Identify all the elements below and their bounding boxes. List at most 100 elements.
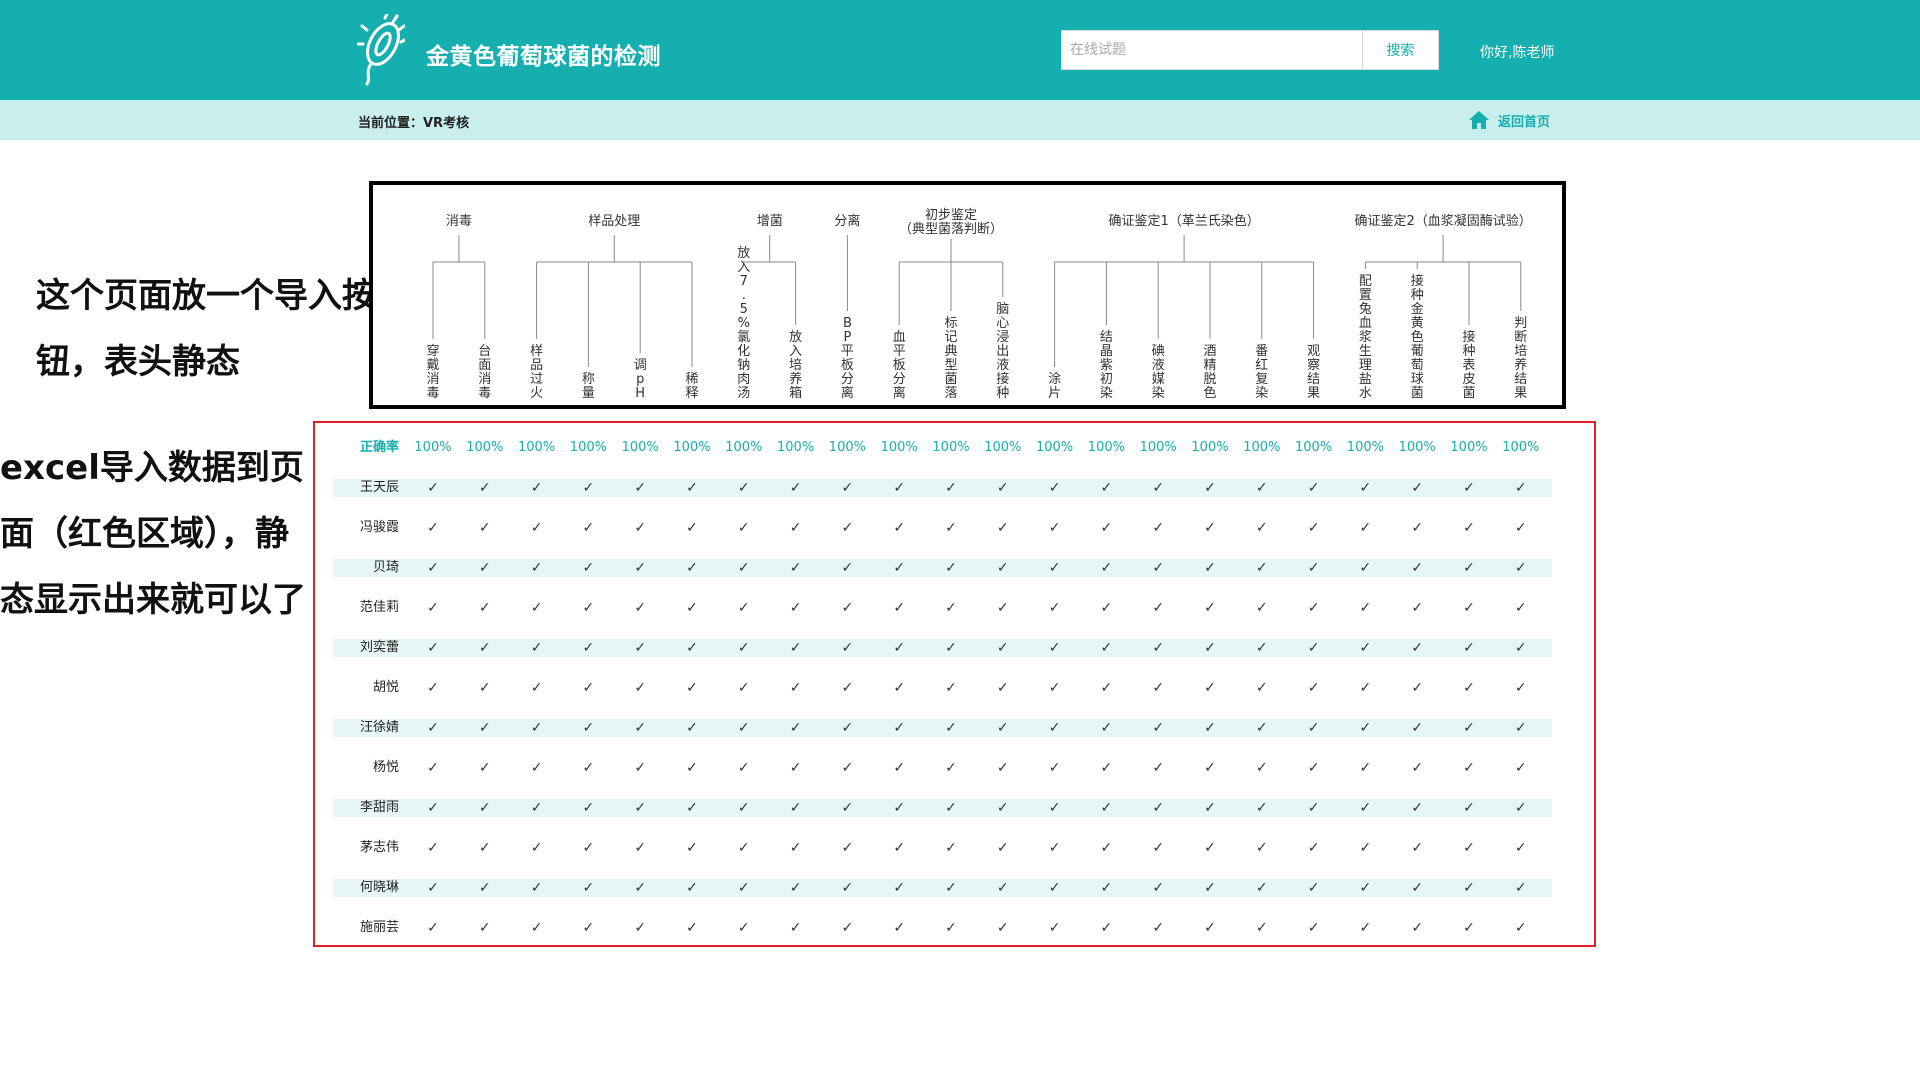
table-row: 王天辰 ✓ ✓ ✓ ✓ ✓ ✓ ✓ ✓ ✓ ✓ ✓ ✓ ✓ ✓ ✓ ✓ ✓ ✓ ✓ ✓ ✓ ✓ xyxy=(333,468,1552,508)
student-name: 刘奕蕾 xyxy=(359,640,399,655)
check-mark-cell: ✓ xyxy=(634,520,647,536)
check-mark-cell: ✓ xyxy=(789,880,802,896)
accuracy-cell: 100% xyxy=(1346,440,1384,455)
check-mark-cell: ✓ xyxy=(1411,520,1424,536)
check-mark-cell: ✓ xyxy=(893,840,906,856)
check-mark-cell: ✓ xyxy=(1255,880,1268,896)
check-mark-cell: ✓ xyxy=(1255,800,1268,816)
header-step-label: 标记典型菌落 xyxy=(944,316,957,401)
check-mark-cell: ✓ xyxy=(737,720,750,736)
check-mark-cell: ✓ xyxy=(1100,760,1113,776)
search-button[interactable]: 搜索 xyxy=(1363,30,1439,70)
header-step-label: 脑心浸出液接种 xyxy=(996,302,1009,401)
check-mark-cell: ✓ xyxy=(1411,560,1424,576)
check-mark-cell: ✓ xyxy=(686,600,698,616)
check-mark-cell: ✓ xyxy=(1204,720,1216,736)
check-mark-cell: ✓ xyxy=(945,840,957,856)
check-mark-cell: ✓ xyxy=(478,560,491,576)
check-mark-cell: ✓ xyxy=(1307,680,1320,696)
check-mark-cell: ✓ xyxy=(1100,480,1113,496)
header-group-label: 初步鉴定 xyxy=(925,208,977,223)
breadcrumb-bar xyxy=(0,100,1920,140)
check-mark-cell: ✓ xyxy=(634,560,647,576)
check-mark-cell: ✓ xyxy=(478,600,491,616)
check-mark-cell: ✓ xyxy=(1048,520,1061,536)
check-mark-cell: ✓ xyxy=(530,680,543,696)
check-mark-cell: ✓ xyxy=(530,520,543,536)
check-mark-cell: ✓ xyxy=(945,720,957,736)
top-bar xyxy=(0,0,1920,100)
check-mark-cell: ✓ xyxy=(1255,680,1268,696)
check-mark-cell: ✓ xyxy=(737,520,750,536)
check-mark-cell: ✓ xyxy=(1255,760,1268,776)
search-input[interactable] xyxy=(1061,30,1363,70)
table-row: 施丽芸 ✓ ✓ ✓ ✓ ✓ ✓ ✓ ✓ ✓ ✓ ✓ ✓ ✓ ✓ ✓ ✓ ✓ ✓ ✓ ✓ ✓ ✓ xyxy=(333,908,1552,948)
annotation-data-note: excel导入数据到页面（红色区域），静态显示出来就可以了 xyxy=(0,448,306,620)
table-row: 刘奕蕾 ✓ ✓ ✓ ✓ ✓ ✓ ✓ ✓ ✓ ✓ ✓ ✓ ✓ ✓ ✓ ✓ ✓ ✓ ✓ ✓ ✓ ✓ xyxy=(333,628,1552,668)
check-mark-cell: ✓ xyxy=(1411,760,1424,776)
check-mark-cell: ✓ xyxy=(1463,640,1475,656)
check-mark-cell: ✓ xyxy=(1048,560,1061,576)
check-mark-cell: ✓ xyxy=(1048,920,1061,936)
accuracy-cell: 100% xyxy=(621,440,659,455)
annotation-header-note: 这个页面放一个导入按钮，表头静态 xyxy=(36,276,376,382)
bacteria-logo-icon xyxy=(357,14,405,86)
check-mark-cell: ✓ xyxy=(686,840,698,856)
table-row: 胡悦 ✓ ✓ ✓ ✓ ✓ ✓ ✓ ✓ ✓ ✓ ✓ ✓ ✓ ✓ ✓ ✓ ✓ ✓ ✓ ✓ ✓ ✓ xyxy=(333,668,1552,708)
check-mark-cell: ✓ xyxy=(996,560,1009,576)
accuracy-cell: 100% xyxy=(1450,440,1488,455)
check-mark-cell: ✓ xyxy=(1463,800,1475,816)
check-mark-cell: ✓ xyxy=(737,640,750,656)
header-group-label: 消毒 xyxy=(446,214,472,229)
check-mark-cell: ✓ xyxy=(1359,840,1372,856)
check-mark-cell: ✓ xyxy=(1048,720,1061,736)
check-mark-cell: ✓ xyxy=(841,600,854,616)
check-mark-cell: ✓ xyxy=(996,920,1009,936)
check-mark-cell: ✓ xyxy=(996,720,1009,736)
check-mark-cell: ✓ xyxy=(1411,640,1424,656)
accuracy-label: 正确率 xyxy=(359,440,399,455)
check-mark-cell: ✓ xyxy=(841,760,854,776)
check-mark-cell: ✓ xyxy=(1463,840,1475,856)
check-mark-cell: ✓ xyxy=(945,880,957,896)
header-step-label: 涂片 xyxy=(1048,371,1061,401)
check-mark-cell: ✓ xyxy=(1204,840,1216,856)
check-mark-cell: ✓ xyxy=(1307,600,1320,616)
student-name: 胡悦 xyxy=(372,680,399,695)
check-mark-cell: ✓ xyxy=(1411,800,1424,816)
check-mark-cell: ✓ xyxy=(1514,600,1527,616)
check-mark-cell: ✓ xyxy=(1048,800,1061,816)
check-mark-cell: ✓ xyxy=(686,520,698,536)
check-mark-cell: ✓ xyxy=(893,920,906,936)
check-mark-cell: ✓ xyxy=(1048,840,1061,856)
check-mark-cell: ✓ xyxy=(530,880,543,896)
check-mark-cell: ✓ xyxy=(945,640,957,656)
check-mark-cell: ✓ xyxy=(1514,480,1527,496)
table-row: 汪徐婧 ✓ ✓ ✓ ✓ ✓ ✓ ✓ ✓ ✓ ✓ ✓ ✓ ✓ ✓ ✓ ✓ ✓ ✓ ✓ ✓ ✓ ✓ xyxy=(333,708,1552,748)
check-mark-cell: ✓ xyxy=(1255,920,1268,936)
check-mark-cell: ✓ xyxy=(530,840,543,856)
check-mark-cell: ✓ xyxy=(1359,760,1372,776)
check-mark-cell: ✓ xyxy=(530,920,543,936)
check-mark-cell: ✓ xyxy=(841,560,854,576)
check-mark-cell: ✓ xyxy=(478,640,491,656)
check-mark-cell: ✓ xyxy=(737,680,750,696)
check-mark-cell: ✓ xyxy=(1204,760,1216,776)
check-mark-cell: ✓ xyxy=(1411,880,1424,896)
check-mark-cell: ✓ xyxy=(1307,840,1320,856)
check-mark-cell: ✓ xyxy=(427,680,439,696)
check-mark-cell: ✓ xyxy=(996,600,1009,616)
home-link-label: 返回首页 xyxy=(1498,114,1551,130)
check-mark-cell: ✓ xyxy=(478,520,491,536)
check-mark-cell: ✓ xyxy=(1048,680,1061,696)
check-mark-cell: ✓ xyxy=(1463,520,1475,536)
check-mark-cell: ✓ xyxy=(893,520,906,536)
check-mark-cell: ✓ xyxy=(737,760,750,776)
check-mark-cell: ✓ xyxy=(634,720,647,736)
check-mark-cell: ✓ xyxy=(789,480,802,496)
accuracy-row: 正确率 100% 100% 100% 100% 100% 100% 100% 100% 100% 1… xyxy=(333,428,1552,468)
check-mark-cell: ✓ xyxy=(1463,680,1475,696)
accuracy-cell: 100% xyxy=(414,440,452,455)
home-link[interactable]: 返回首页 xyxy=(1468,108,1550,132)
check-mark-cell: ✓ xyxy=(1411,480,1424,496)
